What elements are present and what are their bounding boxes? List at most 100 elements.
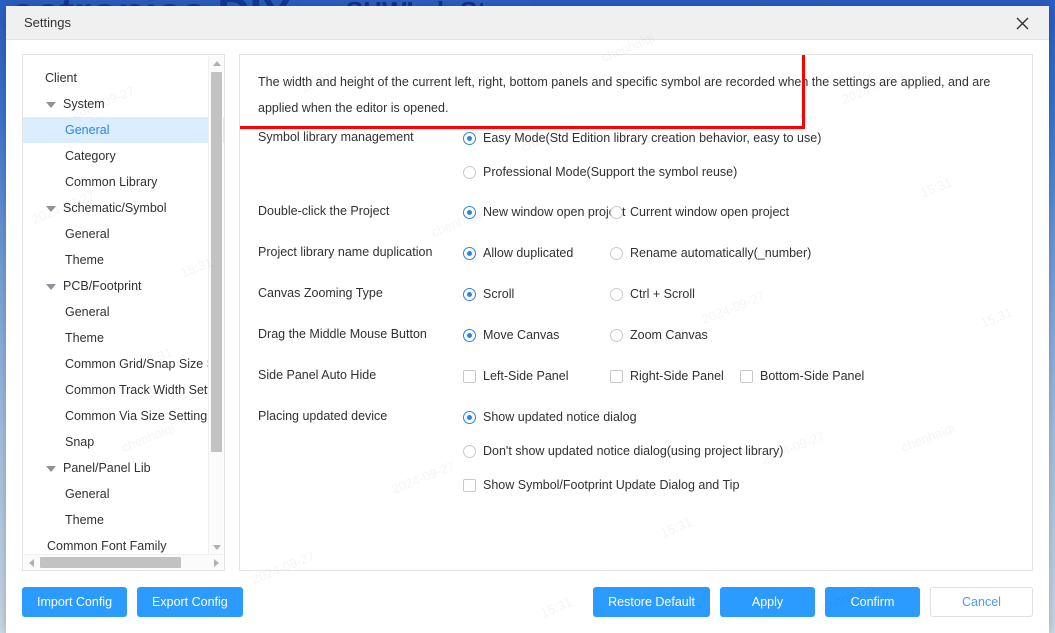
dialog-footer: Import Config Export Config Restore Defa… [6,571,1049,633]
radio-selected-icon[interactable] [463,246,476,260]
scroll-right-icon[interactable] [209,555,223,570]
radio-move-canvas[interactable]: Move Canvas [463,324,610,346]
chevron-down-icon[interactable] [45,462,57,474]
checkbox-show-symbol-footprint-update-dialog-and-[interactable]: Show Symbol/Footprint Update Dialog and … [463,474,739,496]
sidebar-item-label: System [63,97,105,111]
option-label: Easy Mode(Std Edition library creation b… [483,131,822,145]
confirm-button[interactable]: Confirm [825,587,920,617]
radio-ctrl-scroll[interactable]: Ctrl + Scroll [610,283,695,305]
sidebar-item-system[interactable]: System [23,91,224,117]
scroll-down-icon[interactable] [209,540,224,554]
radio-new-window-open-project[interactable]: New window open project [463,201,625,223]
cancel-button[interactable]: Cancel [930,587,1033,617]
sidebar-item-label: General [65,305,110,319]
sidebar-item-common-track-width-settin[interactable]: Common Track Width Settin [23,377,224,403]
sidebar-item-common-grid-snap-size-se[interactable]: Common Grid/Snap Size Se [23,351,224,377]
sidebar-item-common-library[interactable]: Common Library [23,169,224,195]
sidebar-item-label: PCB/Footprint [63,279,142,293]
radio-easy-mode-std-edition-library-creation-b[interactable]: Easy Mode(Std Edition library creation b… [463,127,821,149]
checkbox-left-side-panel[interactable]: Left-Side Panel [463,365,610,387]
sidebar-item-general[interactable]: General [23,117,224,143]
radio-current-window-open-project[interactable]: Current window open project [610,201,789,223]
sidebar-item-category[interactable]: Category [23,143,224,169]
settings-rows: Symbol library management Easy Mode(Std E… [258,127,1014,513]
horizontal-scrollbar[interactable] [24,554,223,569]
sidebar-item-general[interactable]: General [23,221,224,247]
dialog-body: Client System General Category Common Librar… [6,40,1049,571]
checkbox-unchecked-icon[interactable] [740,369,753,383]
radio-unselected-icon[interactable] [463,444,476,458]
export-config-button[interactable]: Export Config [137,587,243,617]
page-title: Settings [24,15,71,30]
import-config-button[interactable]: Import Config [22,587,128,617]
settings-row-controls: Move Canvas Zoom Canvas [463,324,1014,346]
sidebar-item-theme[interactable]: Theme [23,325,224,351]
radio-unselected-icon[interactable] [610,287,623,301]
sidebar-item-snap[interactable]: Snap [23,429,224,455]
settings-content-panel: The width and height of the current left… [239,54,1033,571]
checkbox-unchecked-icon[interactable] [463,478,476,492]
sidebar-item-general[interactable]: General [23,481,224,507]
radio-unselected-icon[interactable] [463,165,476,179]
radio-rename-automatically-number[interactable]: Rename automatically(_number) [610,242,811,264]
settings-row-label: Symbol library management [258,130,414,144]
option-label: Allow duplicated [483,246,574,260]
chevron-down-icon[interactable] [45,202,57,214]
option-label: Professional Mode(Support the symbol reu… [483,165,738,179]
vertical-scrollbar[interactable] [208,56,223,554]
sidebar-item-theme[interactable]: Theme [23,507,224,533]
settings-row-controls: Show updated notice dialog Don't show upd… [463,406,1014,508]
sidebar-item-label: Common Font Family [47,539,167,553]
sidebar-item-panel-panel-lib[interactable]: Panel/Panel Lib [23,455,224,481]
scroll-left-icon[interactable] [24,555,38,570]
dialog-titlebar: Settings [6,6,1049,40]
settings-row: Side Panel Auto Hide Left-Side Panel Right… [258,365,1014,406]
radio-unselected-icon[interactable] [610,205,623,219]
radio-unselected-icon[interactable] [610,246,623,260]
sidebar-item-label: General [65,227,110,241]
option-label: New window open project [483,205,626,219]
apply-button[interactable]: Apply [720,587,815,617]
chevron-down-icon[interactable] [45,280,57,292]
sidebar-item-general[interactable]: General [23,299,224,325]
radio-selected-icon[interactable] [463,131,476,145]
sidebar-item-common-via-size-setting[interactable]: Common Via Size Setting [23,403,224,429]
footer-left-actions: Import Config Export Config [22,587,243,617]
checkbox-bottom-side-panel[interactable]: Bottom-Side Panel [740,365,864,387]
radio-don-t-show-updated-notice-dialog-using-p[interactable]: Don't show updated notice dialog(using p… [463,440,783,462]
settings-row: Canvas Zooming Type Scroll Ctrl + Scroll [258,283,1014,324]
sidebar-item-theme[interactable]: Theme [23,247,224,273]
scroll-up-icon[interactable] [209,56,224,70]
settings-row-controls: New window open project Current window op… [463,201,1014,223]
settings-row-label: Project library name duplication [258,245,433,259]
settings-row-controls: Scroll Ctrl + Scroll [463,283,1014,305]
radio-selected-icon[interactable] [463,328,476,342]
sidebar-item-pcb-footprint[interactable]: PCB/Footprint [23,273,224,299]
restore-default-button[interactable]: Restore Default [593,587,710,617]
chevron-down-icon[interactable] [45,98,57,110]
checkbox-unchecked-icon[interactable] [463,369,476,383]
radio-selected-icon[interactable] [463,287,476,301]
vertical-scrollbar-thumb[interactable] [211,72,222,452]
radio-selected-icon[interactable] [463,410,476,424]
radio-professional-mode-support-the-symbol-reu[interactable]: Professional Mode(Support the symbol reu… [463,161,737,183]
radio-allow-duplicated[interactable]: Allow duplicated [463,242,610,264]
horizontal-scrollbar-thumb[interactable] [40,557,181,568]
radio-selected-icon[interactable] [463,205,476,219]
radio-show-updated-notice-dialog[interactable]: Show updated notice dialog [463,406,637,428]
option-label: Don't show updated notice dialog(using p… [483,444,784,458]
settings-tree: Client System General Category Common Librar… [23,55,224,570]
sidebar-item-label: Panel/Panel Lib [63,461,151,475]
sidebar-item-schematic-symbol[interactable]: Schematic/Symbol [23,195,224,221]
radio-scroll[interactable]: Scroll [463,283,610,305]
checkbox-right-side-panel[interactable]: Right-Side Panel [610,365,740,387]
radio-unselected-icon[interactable] [610,328,623,342]
radio-zoom-canvas[interactable]: Zoom Canvas [610,324,708,346]
settings-row-label: Placing updated device [258,409,388,423]
close-icon[interactable] [1001,8,1043,38]
footer-right-actions: Restore Default Apply Confirm Cancel [593,587,1033,617]
option-label: Zoom Canvas [630,328,708,342]
option-label: Show updated notice dialog [483,410,637,424]
sidebar-item-client[interactable]: Client [23,65,224,91]
checkbox-unchecked-icon[interactable] [610,369,623,383]
